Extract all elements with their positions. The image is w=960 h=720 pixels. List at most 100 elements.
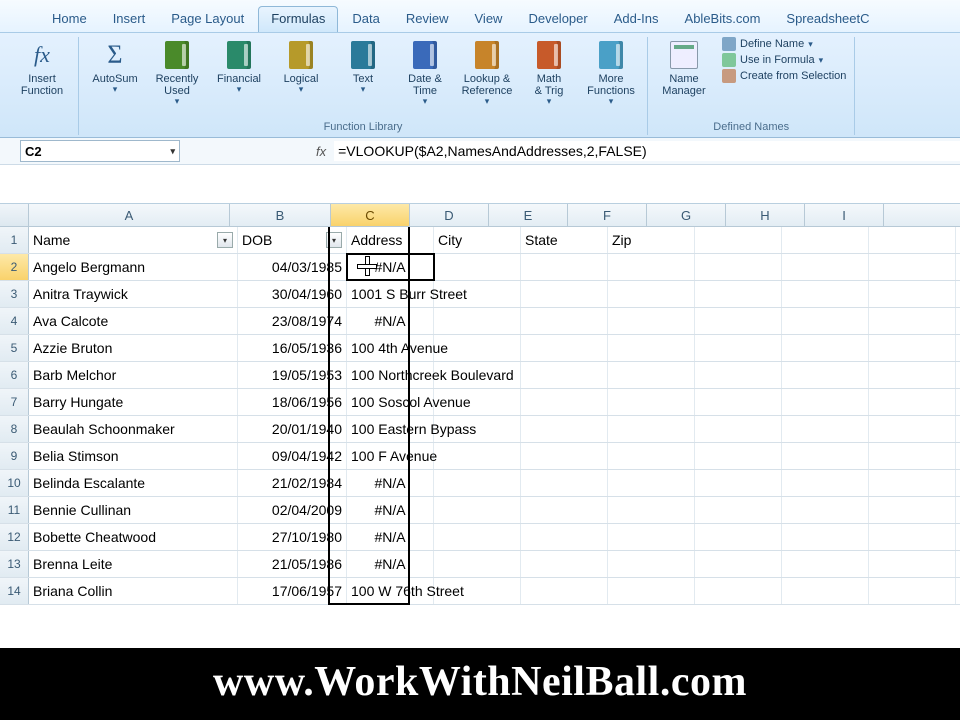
cell-A5[interactable]: Azzie Bruton: [29, 335, 238, 361]
cell-F6[interactable]: [608, 362, 695, 388]
cell-G2[interactable]: [695, 254, 782, 280]
cell-I5[interactable]: [869, 335, 956, 361]
cell-B11[interactable]: 02/04/2009: [238, 497, 347, 523]
cell-B6[interactable]: 19/05/1953: [238, 362, 347, 388]
cell-F3[interactable]: [608, 281, 695, 307]
formula-bar-expanded[interactable]: [0, 165, 960, 203]
tab-data[interactable]: Data: [340, 7, 391, 32]
cell-H7[interactable]: [782, 389, 869, 415]
cell-F4[interactable]: [608, 308, 695, 334]
cell-C3[interactable]: 1001 S Burr Street: [347, 281, 434, 307]
text-button[interactable]: Text▾: [335, 37, 391, 97]
row-header[interactable]: 12: [0, 524, 29, 550]
cell-F12[interactable]: [608, 524, 695, 550]
cell-H14[interactable]: [782, 578, 869, 604]
cell-C4[interactable]: #N/A: [347, 308, 434, 334]
cell-B10[interactable]: 21/02/1984: [238, 470, 347, 496]
cell-I13[interactable]: [869, 551, 956, 577]
column-header-I[interactable]: I: [805, 204, 884, 226]
lookup-reference-button[interactable]: Lookup & Reference▾: [459, 37, 515, 109]
cell-D12[interactable]: [434, 524, 521, 550]
cell-C9[interactable]: 100 F Avenue: [347, 443, 434, 469]
cell-E14[interactable]: [521, 578, 608, 604]
cell-I6[interactable]: [869, 362, 956, 388]
formula-input[interactable]: [334, 141, 960, 161]
cell-E4[interactable]: [521, 308, 608, 334]
cell-G10[interactable]: [695, 470, 782, 496]
row-header[interactable]: 2: [0, 254, 29, 280]
column-header-B[interactable]: B: [230, 204, 331, 226]
cell-C8[interactable]: 100 Eastern Bypass: [347, 416, 434, 442]
cell-D13[interactable]: [434, 551, 521, 577]
autosum-button[interactable]: ΣAutoSum▾: [87, 37, 143, 97]
define-name-button[interactable]: Define Name ▾: [722, 37, 846, 51]
recently-used-button[interactable]: Recently Used▾: [149, 37, 205, 109]
cell-A7[interactable]: Barry Hungate: [29, 389, 238, 415]
cell-G11[interactable]: [695, 497, 782, 523]
cell-B1[interactable]: DOB▾: [238, 227, 347, 253]
cell-G3[interactable]: [695, 281, 782, 307]
cell-B4[interactable]: 23/08/1974: [238, 308, 347, 334]
cell-C12[interactable]: #N/A: [347, 524, 434, 550]
cell-G1[interactable]: [695, 227, 782, 253]
cell-H5[interactable]: [782, 335, 869, 361]
cell-E9[interactable]: [521, 443, 608, 469]
cell-F14[interactable]: [608, 578, 695, 604]
cell-A12[interactable]: Bobette Cheatwood: [29, 524, 238, 550]
date-time-button[interactable]: Date & Time▾: [397, 37, 453, 109]
cell-D11[interactable]: [434, 497, 521, 523]
cell-I14[interactable]: [869, 578, 956, 604]
cell-C6[interactable]: 100 Northcreek Boulevard: [347, 362, 434, 388]
cell-H1[interactable]: [782, 227, 869, 253]
cell-A1[interactable]: Name▾: [29, 227, 238, 253]
cell-F7[interactable]: [608, 389, 695, 415]
row-header[interactable]: 13: [0, 551, 29, 577]
cell-H13[interactable]: [782, 551, 869, 577]
tab-insert[interactable]: Insert: [101, 7, 158, 32]
column-header-A[interactable]: A: [29, 204, 230, 226]
cell-I4[interactable]: [869, 308, 956, 334]
name-box[interactable]: C2 ▾: [20, 140, 180, 162]
cell-H2[interactable]: [782, 254, 869, 280]
cell-G8[interactable]: [695, 416, 782, 442]
more-functions-button[interactable]: More Functions▾: [583, 37, 639, 109]
cell-A2[interactable]: Angelo Bergmann: [29, 254, 238, 280]
cell-E10[interactable]: [521, 470, 608, 496]
logical-button[interactable]: Logical▾: [273, 37, 329, 97]
cell-F11[interactable]: [608, 497, 695, 523]
cell-A9[interactable]: Belia Stimson: [29, 443, 238, 469]
row-header[interactable]: 1: [0, 227, 29, 253]
cell-H6[interactable]: [782, 362, 869, 388]
cell-A10[interactable]: Belinda Escalante: [29, 470, 238, 496]
cell-C10[interactable]: #N/A: [347, 470, 434, 496]
cell-I10[interactable]: [869, 470, 956, 496]
cell-F13[interactable]: [608, 551, 695, 577]
cell-D10[interactable]: [434, 470, 521, 496]
tab-spreadsheetc[interactable]: SpreadsheetC: [774, 7, 881, 32]
cell-I1[interactable]: [869, 227, 956, 253]
tab-home[interactable]: Home: [40, 7, 99, 32]
cell-A14[interactable]: Briana Collin: [29, 578, 238, 604]
cell-D2[interactable]: [434, 254, 521, 280]
cell-C2[interactable]: #N/A: [347, 254, 434, 280]
cell-C1[interactable]: Address: [347, 227, 434, 253]
cell-E12[interactable]: [521, 524, 608, 550]
cell-B13[interactable]: 21/05/1986: [238, 551, 347, 577]
financial-button[interactable]: Financial▾: [211, 37, 267, 97]
cell-I7[interactable]: [869, 389, 956, 415]
row-header[interactable]: 9: [0, 443, 29, 469]
column-header-H[interactable]: H: [726, 204, 805, 226]
tab-page-layout[interactable]: Page Layout: [159, 7, 256, 32]
cell-B3[interactable]: 30/04/1960: [238, 281, 347, 307]
cell-C7[interactable]: 100 Soscol Avenue: [347, 389, 434, 415]
cell-G7[interactable]: [695, 389, 782, 415]
cell-H10[interactable]: [782, 470, 869, 496]
cell-G9[interactable]: [695, 443, 782, 469]
cell-H11[interactable]: [782, 497, 869, 523]
cell-H4[interactable]: [782, 308, 869, 334]
cell-C5[interactable]: 100 4th Avenue: [347, 335, 434, 361]
filter-dropdown-button[interactable]: ▾: [217, 232, 233, 248]
cell-F9[interactable]: [608, 443, 695, 469]
column-header-E[interactable]: E: [489, 204, 568, 226]
cell-F8[interactable]: [608, 416, 695, 442]
